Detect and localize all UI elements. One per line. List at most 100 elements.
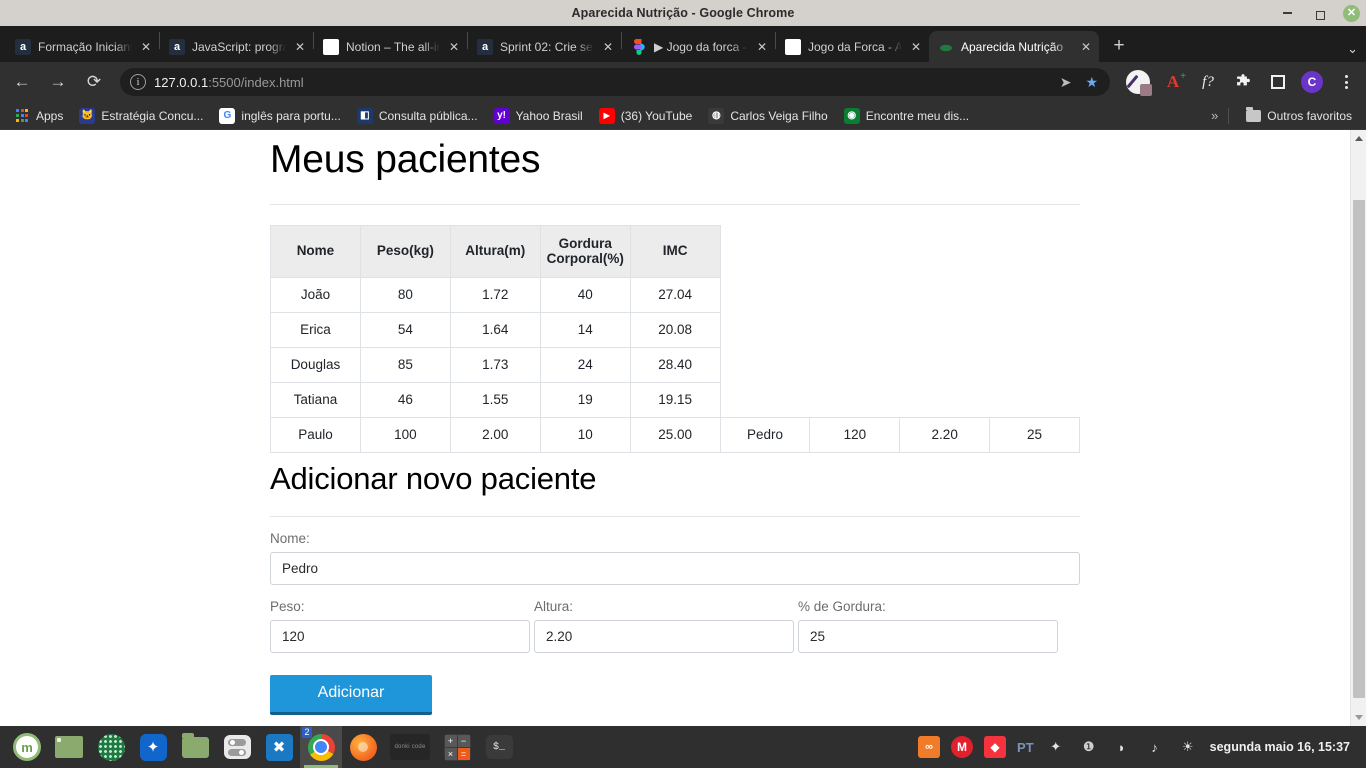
clock[interactable]: segunda maio 16, 15:37 bbox=[1210, 740, 1350, 754]
bookmark-item-6[interactable]: ◍ Carlos Veiga Filho bbox=[702, 105, 833, 127]
mega-icon[interactable]: M bbox=[951, 736, 974, 758]
close-tab-icon[interactable]: ✕ bbox=[909, 40, 923, 54]
cell-gordura: 24 bbox=[539, 346, 631, 383]
network-globe-icon[interactable] bbox=[90, 726, 132, 768]
bookmark-item-2[interactable]: G inglês para portu... bbox=[213, 105, 346, 127]
table-row[interactable]: Douglas 85 1.73 24 28.40 bbox=[270, 346, 1080, 383]
linux-mint-menu-icon[interactable]: m bbox=[6, 726, 48, 768]
square-extension-icon[interactable] bbox=[1266, 70, 1290, 94]
system-taskbar: m ✦ ✖ 2 donki code + − × = $_ ∞ M ◆ PT ✦ ❶ … bbox=[0, 726, 1366, 768]
altura-input[interactable] bbox=[534, 619, 794, 653]
vscode-icon[interactable]: ✖ bbox=[258, 726, 300, 768]
browser-tab-1[interactable]: a Formação Iniciante ✕ bbox=[6, 31, 159, 62]
bookmark-star-icon[interactable]: ★ bbox=[1085, 74, 1098, 91]
browser-tab-4[interactable]: a Sprint 02: Crie seu p ✕ bbox=[468, 31, 621, 62]
keyboard-layout-indicator[interactable]: PT bbox=[1017, 736, 1034, 758]
scroll-down-arrow[interactable] bbox=[1351, 709, 1366, 726]
browser-tab-3[interactable]: N Notion – The all-in- ✕ bbox=[314, 31, 467, 62]
scroll-up-arrow[interactable] bbox=[1351, 130, 1366, 147]
gordura-input[interactable] bbox=[798, 619, 1058, 653]
close-window-button[interactable]: ✕ bbox=[1343, 4, 1360, 22]
terminal-icon[interactable]: $_ bbox=[478, 726, 520, 768]
other-bookmarks-folder[interactable]: Outros favoritos bbox=[1239, 105, 1358, 127]
calculator-icon[interactable]: + − × = bbox=[436, 726, 478, 768]
update-shield-icon[interactable]: ❶ bbox=[1078, 736, 1100, 758]
close-tab-icon[interactable]: ✕ bbox=[447, 40, 461, 54]
nome-input[interactable] bbox=[270, 551, 1080, 585]
forward-button[interactable]: → bbox=[44, 68, 72, 96]
browser-tab-2[interactable]: a JavaScript: progra ✕ bbox=[160, 31, 313, 62]
page-scrollbar[interactable] bbox=[1350, 130, 1366, 726]
puzzle-extensions-icon[interactable] bbox=[1231, 70, 1255, 94]
tabstrip-right-controls: ⌄ bbox=[1347, 41, 1358, 57]
brightness-icon[interactable]: ☀ bbox=[1177, 736, 1199, 758]
site-info-icon[interactable]: i bbox=[130, 74, 146, 90]
table-row-last[interactable]: Paulo 100 2.00 10 25.00 Pedro 120 2.20 2… bbox=[270, 416, 1080, 453]
minimize-button[interactable] bbox=[1277, 3, 1297, 23]
close-tab-icon[interactable]: ✕ bbox=[293, 40, 307, 54]
chrome-menu-icon[interactable] bbox=[1334, 70, 1358, 94]
maximize-restore-button[interactable] bbox=[1310, 3, 1330, 23]
show-desktop-icon[interactable] bbox=[48, 726, 90, 768]
insync-icon[interactable]: ◆ bbox=[984, 736, 1007, 758]
bookmark-item-1[interactable]: 🐱 Estratégia Concu... bbox=[73, 105, 209, 127]
bookmark-item-7[interactable]: ◉ Encontre meu dis... bbox=[838, 105, 975, 127]
table-row[interactable]: Erica 54 1.64 14 20.08 bbox=[270, 311, 1080, 348]
sound-icon[interactable]: ♪ bbox=[1144, 736, 1166, 758]
youtube-icon: ▶ bbox=[598, 107, 615, 124]
chevron-down-icon[interactable]: ⌄ bbox=[1347, 41, 1358, 57]
browser-tab-7-active[interactable]: Aparecida Nutrição ✕ bbox=[929, 31, 1099, 62]
files-folder-icon[interactable] bbox=[174, 726, 216, 768]
eyedropper-extension-icon[interactable] bbox=[1126, 70, 1152, 96]
cell-altura: 1.55 bbox=[449, 381, 541, 418]
bookmark-item-5[interactable]: ▶ (36) YouTube bbox=[593, 105, 699, 127]
cell-peso: 80 bbox=[359, 276, 451, 313]
terminal-glyph: $_ bbox=[485, 735, 513, 759]
donki-code-icon[interactable]: donki code bbox=[384, 726, 436, 768]
label-nome: Nome: bbox=[270, 530, 310, 546]
close-tab-icon[interactable]: ✕ bbox=[755, 40, 769, 54]
cell-nome: Erica bbox=[270, 311, 361, 348]
cell-imc: 27.04 bbox=[629, 276, 721, 313]
bookmark-apps[interactable]: Apps bbox=[8, 105, 69, 127]
back-button[interactable]: ← bbox=[8, 68, 36, 96]
peso-input[interactable] bbox=[270, 619, 530, 653]
bookmark-item-4[interactable]: y! Yahoo Brasil bbox=[488, 105, 589, 127]
send-to-device-icon[interactable]: ➤ bbox=[1060, 74, 1072, 91]
url-port: :5500 bbox=[208, 74, 241, 90]
bluetooth-icon[interactable]: ✦ bbox=[132, 726, 174, 768]
browser-tab-5[interactable]: ▶ Jogo da forca - A ✕ bbox=[622, 31, 775, 62]
tab-title: Formação Iniciante bbox=[38, 39, 132, 54]
font-size-extension-icon[interactable]: A + bbox=[1161, 70, 1186, 94]
settings-toggles-icon[interactable] bbox=[216, 726, 258, 768]
scrollbar-thumb[interactable] bbox=[1353, 200, 1365, 698]
cell-imc: 20.08 bbox=[629, 311, 721, 348]
chrome-icon[interactable]: 2 bbox=[300, 726, 342, 768]
adicionar-button[interactable]: Adicionar bbox=[270, 674, 432, 715]
table-row[interactable]: Tatiana 46 1.55 19 19.15 bbox=[270, 381, 1080, 418]
browser-tab-6[interactable]: ▯ Jogo da Forca - Alu ✕ bbox=[776, 31, 929, 62]
reload-button[interactable]: ⟳ bbox=[80, 68, 108, 96]
bookmarks-bar: Apps 🐱 Estratégia Concu... G inglês para… bbox=[0, 102, 1366, 130]
close-tab-icon[interactable]: ✕ bbox=[139, 40, 153, 54]
bookmark-label: Yahoo Brasil bbox=[515, 108, 583, 123]
page-container: Meus pacientes Nome Peso(kg) Altura(m) G… bbox=[270, 138, 1080, 715]
profile-avatar[interactable]: C bbox=[1301, 71, 1323, 93]
formula-extension-icon[interactable]: f? bbox=[1196, 70, 1220, 94]
bookmark-item-3[interactable]: ◧ Consulta pública... bbox=[351, 105, 484, 127]
tab-title: Notion – The all-in- bbox=[346, 39, 440, 54]
wifi-icon[interactable]: ◗ bbox=[1111, 736, 1133, 758]
flameshot-icon[interactable]: ∞ bbox=[918, 736, 941, 758]
bluetooth-tray-icon[interactable]: ✦ bbox=[1045, 736, 1067, 758]
bookmark-label: (36) YouTube bbox=[620, 108, 693, 123]
close-tab-icon[interactable]: ✕ bbox=[601, 40, 615, 54]
firefox-icon[interactable] bbox=[342, 726, 384, 768]
form-field-nome: Nome: bbox=[270, 531, 1080, 585]
bookmarks-overflow-icon[interactable]: » bbox=[1211, 108, 1218, 123]
table-row[interactable]: João 80 1.72 40 27.04 bbox=[270, 276, 1080, 313]
window-controls: ✕ bbox=[1277, 0, 1360, 26]
address-bar[interactable]: i 127.0.0.1:5500/index.html ➤ ★ bbox=[120, 68, 1110, 96]
bookmark-label: Estratégia Concu... bbox=[101, 108, 204, 123]
new-tab-button[interactable]: + bbox=[1105, 32, 1133, 60]
close-tab-icon[interactable]: ✕ bbox=[1079, 40, 1093, 54]
